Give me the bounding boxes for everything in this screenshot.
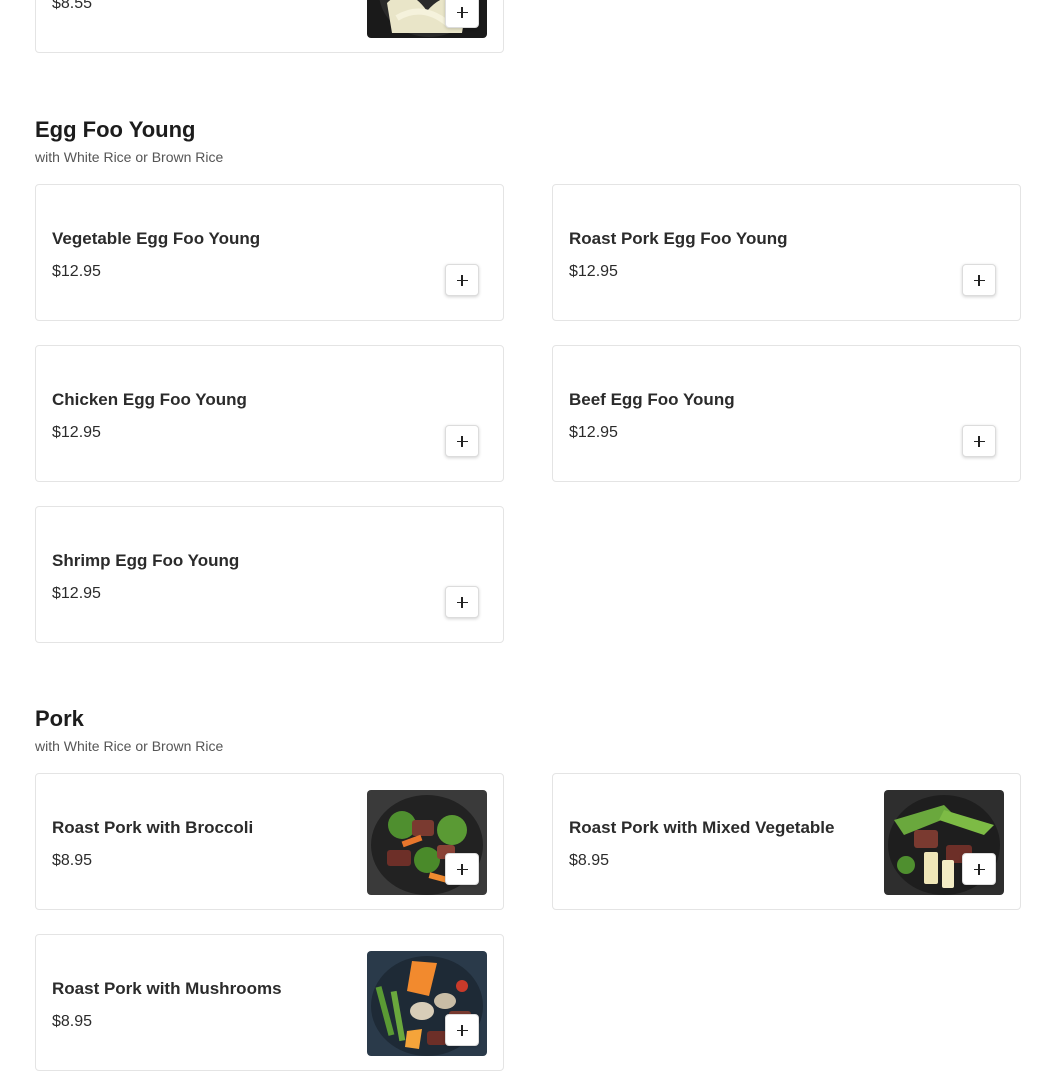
item-name: Shrimp Egg Foo Young — [52, 551, 240, 570]
menu-item-card[interactable]: Roast Pork with Mushrooms $8.95 — [35, 934, 504, 1071]
item-name: Roast Pork with Broccoli — [52, 818, 254, 837]
item-name: Beef Egg Foo Young — [569, 390, 735, 409]
plus-icon — [456, 596, 468, 608]
item-price: $12.95 — [52, 585, 101, 602]
section-title: Pork — [35, 706, 84, 731]
add-to-cart-button[interactable] — [445, 1014, 479, 1046]
menu-item-card[interactable]: Shrimp Egg Foo Young $12.95 — [35, 506, 504, 643]
menu-item-card[interactable]: Roast Pork with Mixed Vegetable $8.95 — [552, 773, 1021, 910]
plus-icon — [973, 274, 985, 286]
menu-item-card[interactable]: Roast Pork Egg Foo Young $12.95 — [552, 184, 1021, 321]
plus-icon — [973, 435, 985, 447]
menu-item-card[interactable]: Beef Egg Foo Young $12.95 — [552, 345, 1021, 482]
plus-icon — [973, 863, 985, 875]
menu-item-card[interactable]: Roast Pork with Broccoli $8.95 — [35, 773, 504, 910]
plus-icon — [456, 863, 468, 875]
item-price: $12.95 — [569, 263, 618, 280]
add-to-cart-button[interactable] — [445, 264, 479, 296]
plus-icon — [456, 435, 468, 447]
add-to-cart-button[interactable] — [962, 264, 996, 296]
add-to-cart-button[interactable] — [962, 425, 996, 457]
add-to-cart-button[interactable] — [445, 425, 479, 457]
menu-item-card[interactable]: $8.55 — [35, 0, 504, 53]
add-to-cart-button[interactable] — [445, 853, 479, 885]
item-price: $12.95 — [569, 424, 618, 441]
item-name: Roast Pork with Mushrooms — [52, 979, 282, 998]
add-to-cart-button[interactable] — [445, 0, 479, 28]
plus-icon — [456, 1024, 468, 1036]
item-price: $8.95 — [52, 1013, 93, 1030]
item-name: Chicken Egg Foo Young — [52, 390, 247, 409]
item-name: Roast Pork Egg Foo Young — [569, 229, 788, 248]
item-price: $8.95 — [52, 852, 93, 869]
item-price: $8.95 — [569, 852, 610, 869]
section-subtitle: with White Rice or Brown Rice — [35, 149, 224, 165]
item-price: $12.95 — [52, 263, 101, 280]
section-subtitle: with White Rice or Brown Rice — [35, 738, 224, 754]
plus-icon — [456, 274, 468, 286]
item-price: $12.95 — [52, 424, 101, 441]
item-price: $8.55 — [52, 0, 93, 12]
item-name: Roast Pork with Mixed Vegetable — [569, 818, 835, 837]
plus-icon — [456, 6, 468, 18]
menu-item-card[interactable]: Chicken Egg Foo Young $12.95 — [35, 345, 504, 482]
add-to-cart-button[interactable] — [962, 853, 996, 885]
item-name: Vegetable Egg Foo Young — [52, 229, 261, 248]
add-to-cart-button[interactable] — [445, 586, 479, 618]
menu-item-card[interactable]: Vegetable Egg Foo Young $12.95 — [35, 184, 504, 321]
section-title: Egg Foo Young — [35, 117, 196, 142]
